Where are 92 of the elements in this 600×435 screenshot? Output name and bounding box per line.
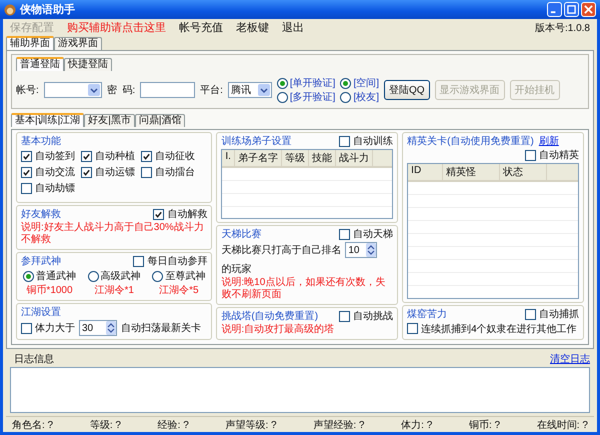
radio-option[interactable]: 高级武神	[88, 269, 141, 283]
password-field[interactable]	[140, 82, 196, 98]
maximize-button[interactable]	[564, 2, 579, 17]
group-title: 参拜武神	[21, 254, 61, 268]
minimize-button[interactable]	[547, 2, 562, 17]
action-button[interactable]: 登陆QQ	[384, 80, 430, 100]
spin-arrows-icon	[366, 243, 376, 257]
checkbox-option[interactable]: 自动挑战	[339, 309, 394, 323]
status-item: 经验: ?	[158, 418, 189, 432]
window-title: 侠物语助手	[20, 2, 76, 17]
app-icon	[4, 4, 16, 16]
status-item: 体力: ?	[401, 418, 432, 432]
cost-text: 江湖令*1	[94, 284, 134, 297]
tab[interactable]: 基本|训练|江湖	[11, 113, 84, 127]
column-header[interactable]: I.	[222, 150, 235, 166]
radio-option[interactable]: 普通武神	[23, 269, 76, 283]
status-item: 声望等级: ?	[225, 418, 277, 432]
column-header[interactable]: 技能	[308, 150, 336, 166]
group-title: 好友解救	[21, 208, 61, 221]
status-item: 等级: ?	[90, 418, 121, 432]
column-header[interactable]: 状态	[500, 164, 548, 180]
menu-item[interactable]: 退出	[282, 20, 304, 35]
checkbox-option[interactable]: 自动捕抓	[525, 307, 579, 321]
spin-arrows-icon	[106, 321, 116, 335]
checkbox-option[interactable]: 自动运镖	[81, 165, 135, 179]
radio-option[interactable]: 至尊武神	[152, 269, 206, 283]
group-title: 训练场弟子设置	[221, 134, 292, 148]
group-title: 挑战塔(自动免费重置)	[221, 310, 318, 323]
number-field[interactable]: 10	[345, 242, 378, 258]
setting-text: 的玩家	[221, 262, 252, 276]
group-title: 基本功能	[21, 134, 61, 148]
close-icon	[584, 5, 593, 14]
status-item: 在线时间: ?	[536, 418, 588, 432]
tab[interactable]: 好友|黑市	[84, 114, 135, 127]
menu-item[interactable]: 帐号充值	[179, 20, 223, 35]
refresh-link[interactable]: 刷新	[538, 134, 559, 148]
group-title: 精英关卡(自动使用免费重置)	[407, 134, 534, 148]
cost-text: 铜币*1000	[26, 284, 73, 297]
version-label: 版本号:1.0.8	[534, 22, 590, 34]
status-item: 声望经验: ?	[313, 418, 364, 432]
clear-log-link[interactable]: 清空日志	[550, 352, 590, 366]
column-header[interactable]: 等级	[282, 150, 309, 166]
column-header[interactable]: 战斗力	[336, 150, 373, 166]
group-title: 江湖设置	[21, 306, 61, 319]
radio-option[interactable]: [多开验证]	[276, 90, 336, 104]
tab[interactable]: 游戏界面	[54, 37, 102, 50]
tab[interactable]: 快捷登陆	[64, 58, 112, 71]
number-field[interactable]: 30	[79, 320, 117, 336]
note-text: 说明:自动攻打最高级的塔	[221, 324, 336, 336]
radio-option[interactable]: [单开验证]	[276, 76, 336, 90]
platform-dropdown[interactable]: 腾讯	[228, 82, 272, 98]
checkbox-option[interactable]: 自动天梯	[339, 227, 394, 241]
password-label: 密 码:	[106, 84, 136, 97]
column-header[interactable]: 精英怪	[443, 164, 500, 180]
status-item: 角色名: ?	[12, 418, 54, 432]
checkbox-option[interactable]: 自动劫镖	[21, 181, 75, 195]
checkbox-option[interactable]: 自动种植	[81, 149, 135, 163]
group-title: 天梯比赛	[221, 228, 262, 241]
checkmark-icon	[142, 152, 151, 160]
checkbox-option[interactable]: 自动训练	[339, 134, 394, 148]
log-title: 日志信息	[14, 352, 54, 366]
radio-option[interactable]: [校友]	[340, 90, 380, 104]
checkbox-option[interactable]: 自动精英	[525, 148, 579, 162]
setting-text: 自动扫荡最新关卡	[121, 322, 201, 335]
tab[interactable]: 辅助界面	[6, 36, 54, 50]
platform-label: 平台:	[200, 84, 223, 97]
checkbox-option[interactable]: 自动交流	[21, 165, 75, 179]
status-item: 铜币: ?	[468, 418, 500, 432]
close-button[interactable]	[581, 2, 596, 17]
checkmark-icon	[154, 210, 164, 218]
column-header[interactable]: 弟子名字	[234, 150, 282, 166]
menu-item[interactable]: 购买辅助请点击这里	[67, 20, 166, 35]
radio-option[interactable]: [空间]	[340, 76, 380, 90]
menu-item[interactable]: 老板键	[236, 20, 269, 35]
checkbox-option[interactable]: 体力大于	[21, 321, 75, 335]
account-dropdown[interactable]	[44, 82, 102, 98]
note-text: 说明:晚10点以后，如果还有次数，失败不刷新页面	[221, 277, 386, 301]
account-label: 帐号:	[16, 84, 39, 97]
checkbox-option[interactable]: 每日自动参拜	[133, 254, 208, 268]
checkbox-option[interactable]: 自动擂台	[141, 165, 195, 179]
tab[interactable]: 普通登陆	[16, 57, 64, 71]
checkbox-option[interactable]: 自动征收	[141, 149, 195, 163]
tab[interactable]: 问鼎|酒馆	[134, 114, 186, 127]
column-header[interactable]: ID	[408, 164, 444, 180]
cost-text: 江湖令*5	[159, 284, 199, 297]
checkbox-option[interactable]: 自动签到	[21, 149, 75, 163]
group-title: 煤窑苦力	[407, 308, 448, 321]
checkbox-option[interactable]: 连续抓捕到4个奴隶在进行其他工作	[407, 322, 579, 336]
checkbox-option[interactable]: 自动解救	[153, 207, 208, 221]
maximize-icon	[567, 5, 576, 14]
note-text: 说明:好友主人战斗力高于自己30%战斗力不解救	[21, 222, 205, 246]
setting-text: 天梯比赛只打高于自己排名	[221, 244, 342, 257]
